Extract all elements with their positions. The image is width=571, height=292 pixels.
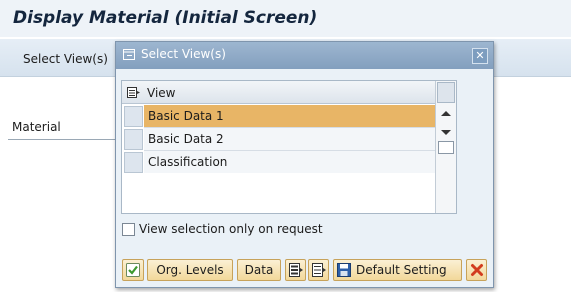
deselect-all-button[interactable]: [308, 259, 329, 281]
cancel-button[interactable]: [466, 259, 487, 281]
select-views-toolbar-button[interactable]: Select View(s): [23, 52, 108, 66]
table-row[interactable]: Classification: [122, 151, 435, 174]
close-icon[interactable]: ✕: [472, 48, 488, 64]
save-icon: [337, 263, 351, 277]
scrollbar-thumb[interactable]: [438, 141, 454, 154]
screen-title: Display Material (Initial Screen): [13, 8, 318, 28]
scroll-up-icon[interactable]: [441, 111, 451, 116]
table-empty-area: [122, 173, 435, 213]
row-selector[interactable]: [124, 106, 143, 127]
cancel-x-icon: [471, 264, 483, 276]
dialog-title: Select View(s): [141, 47, 226, 61]
dialog-button-bar: Org. Levels Data Default Setting: [121, 259, 488, 282]
material-label: Material: [12, 120, 61, 134]
view-cell[interactable]: Basic Data 1: [144, 105, 435, 128]
select-views-dialog: Select View(s) ✕ View Basic Data 1 Basic…: [115, 41, 494, 288]
select-all-button[interactable]: [285, 259, 306, 281]
org-levels-button[interactable]: Org. Levels: [147, 259, 233, 281]
data-button[interactable]: Data: [237, 259, 281, 281]
default-setting-button[interactable]: Default Setting: [333, 259, 462, 281]
vertical-scrollbar[interactable]: [435, 81, 456, 213]
view-selection-label: View selection only on request: [139, 222, 323, 236]
select-all-icon: [289, 263, 303, 277]
column-settings-icon[interactable]: [127, 87, 140, 98]
sap-screen: Display Material (Initial Screen) Select…: [0, 0, 571, 292]
scrollbar-header-cell: [437, 82, 455, 103]
view-cell[interactable]: Basic Data 2: [144, 128, 435, 151]
views-table: View Basic Data 1 Basic Data 2 Classific…: [121, 80, 457, 214]
row-selector[interactable]: [124, 152, 143, 173]
table-row[interactable]: Basic Data 2: [122, 128, 435, 151]
view-column-header[interactable]: View: [147, 86, 175, 100]
table-row[interactable]: Basic Data 1: [122, 105, 435, 128]
material-label-underline: [8, 139, 118, 140]
continue-button[interactable]: [122, 259, 144, 281]
checkmark-icon: [126, 263, 140, 277]
dialog-title-bar[interactable]: Select View(s) ✕: [116, 42, 493, 69]
deselect-all-icon: [312, 263, 326, 277]
view-cell[interactable]: Classification: [144, 151, 435, 174]
table-header: View: [122, 81, 456, 104]
view-selection-checkbox[interactable]: [122, 223, 135, 236]
screen-title-bar: Display Material (Initial Screen): [0, 0, 571, 37]
scroll-down-icon[interactable]: [441, 130, 451, 135]
default-setting-label: Default Setting: [356, 263, 447, 277]
row-selector[interactable]: [124, 129, 143, 150]
dialog-window-icon: [123, 49, 135, 60]
